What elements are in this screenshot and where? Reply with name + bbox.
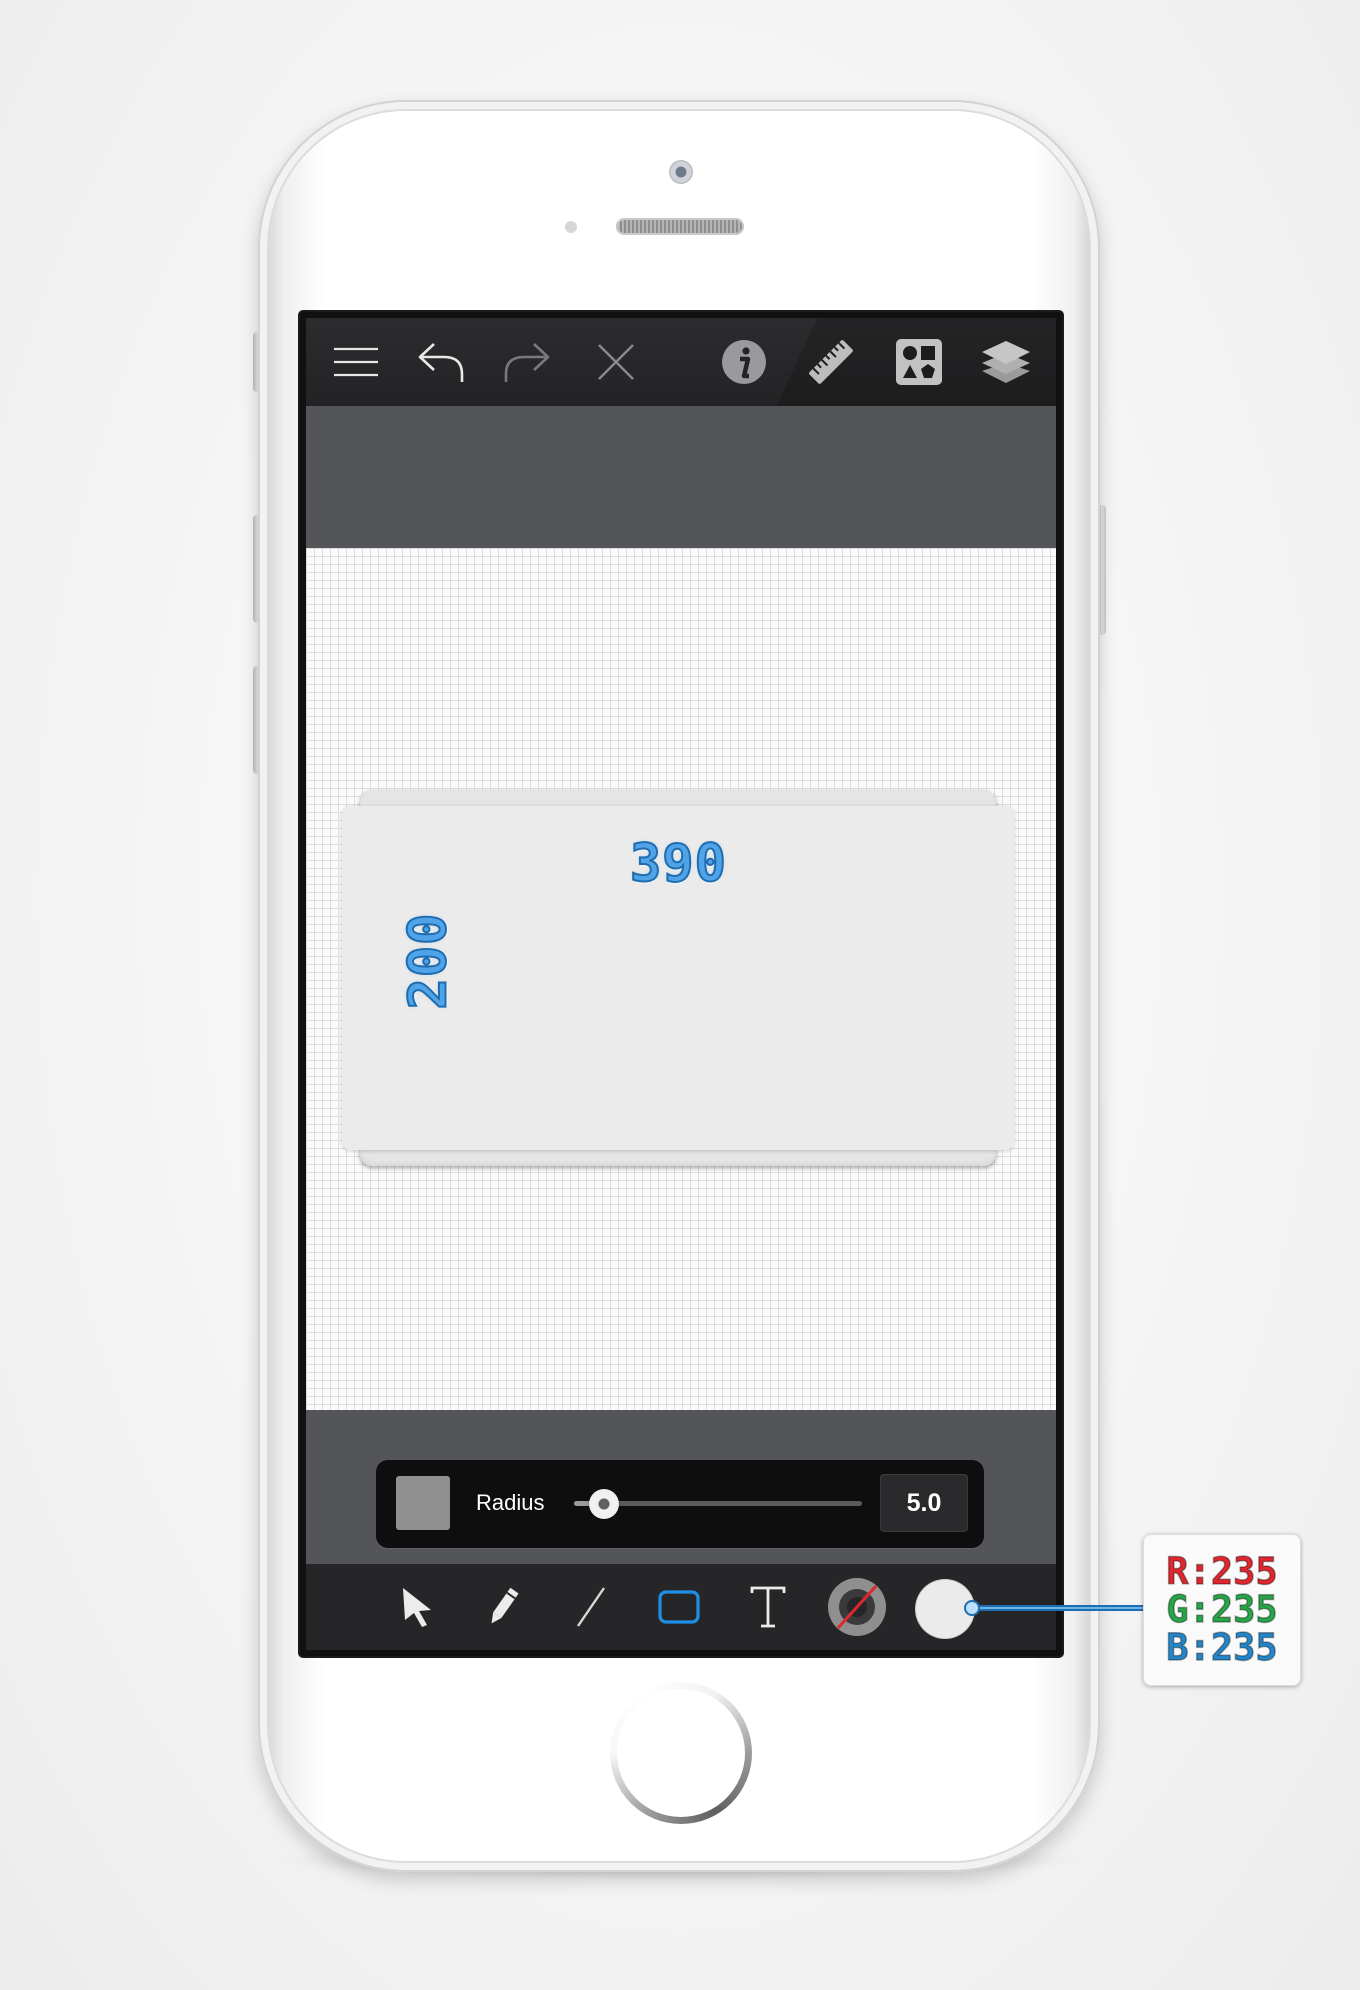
callout-anchor-dot	[964, 1600, 980, 1616]
shapes-icon[interactable]	[884, 318, 954, 406]
undo-icon[interactable]	[406, 318, 476, 406]
redo-icon[interactable]	[492, 318, 562, 406]
callout-connector	[974, 1605, 1144, 1611]
front-camera	[669, 160, 693, 184]
red-value: R:235	[1166, 1550, 1279, 1593]
info-icon[interactable]	[709, 318, 779, 406]
radius-value-field[interactable]: 5.0	[880, 1474, 968, 1532]
green-value: G:235	[1166, 1588, 1279, 1631]
top-toolbar	[306, 318, 1056, 406]
home-button[interactable]	[610, 1682, 752, 1824]
text-icon[interactable]	[733, 1564, 803, 1650]
radius-slider-thumb[interactable]	[589, 1489, 619, 1519]
layers-icon[interactable]	[971, 318, 1041, 406]
line-icon[interactable]	[556, 1564, 626, 1650]
close-icon[interactable]	[581, 318, 651, 406]
rectangle-icon[interactable]	[644, 1564, 714, 1650]
shape-color-swatch[interactable]	[396, 1476, 450, 1530]
rgb-callout: R:235 G:235 B:235	[1143, 1534, 1301, 1686]
pencil-icon[interactable]	[468, 1564, 538, 1650]
radius-label: Radius	[476, 1490, 545, 1515]
ruler-icon[interactable]	[796, 318, 866, 406]
canvas-top-margin	[306, 406, 1056, 548]
proximity-sensor	[565, 221, 577, 233]
blue-value: B:235	[1166, 1626, 1279, 1669]
earpiece-speaker	[616, 218, 744, 235]
select-arrow-icon[interactable]	[382, 1564, 452, 1650]
stroke-color-icon[interactable]	[822, 1564, 892, 1650]
height-dimension-label: 200	[397, 912, 459, 1011]
width-dimension-label: 390	[629, 834, 727, 894]
menu-icon[interactable]	[321, 318, 391, 406]
